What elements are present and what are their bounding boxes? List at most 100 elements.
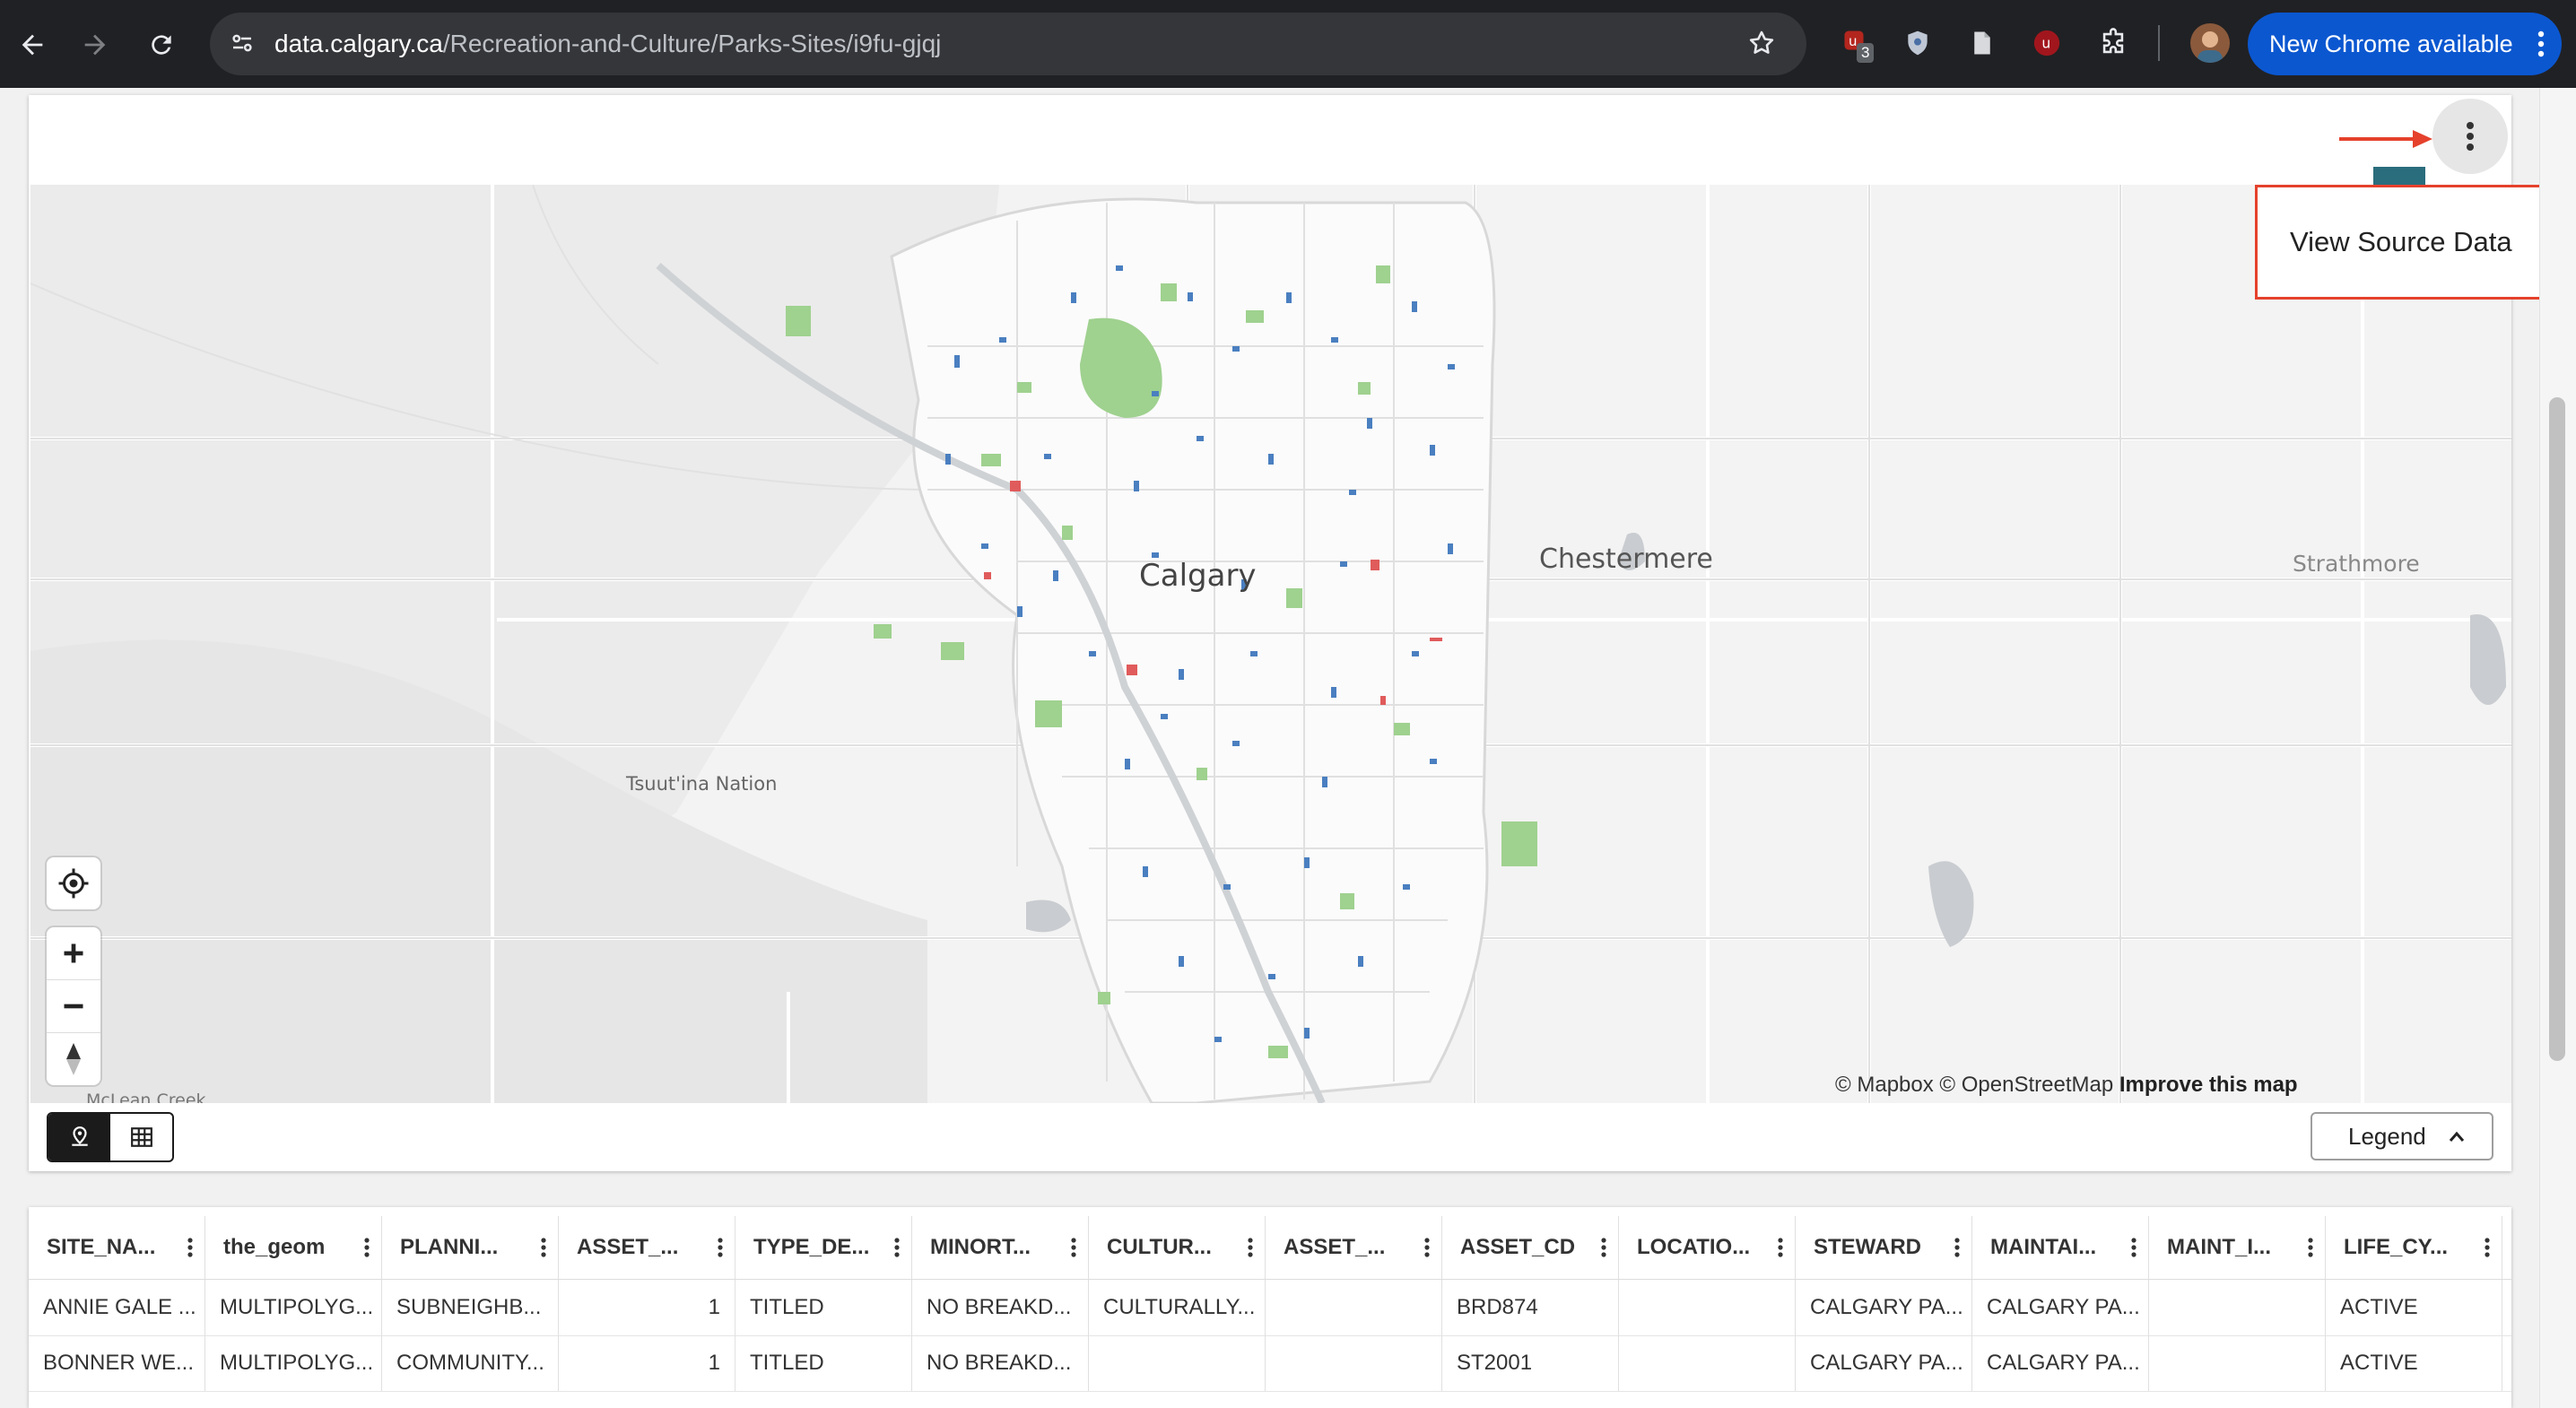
document-icon[interactable]: [1964, 25, 2000, 61]
table-cell[interactable]: [1089, 1335, 1266, 1391]
column-menu-icon[interactable]: [717, 1216, 724, 1279]
table-cell[interactable]: MULTIPOLYG...: [205, 1280, 382, 1335]
compass-button[interactable]: [47, 1033, 100, 1085]
ublock-icon[interactable]: u: [2029, 25, 2065, 61]
column-header[interactable]: STEWARD: [1796, 1216, 1972, 1279]
table-cell[interactable]: MULTIPOLYG...: [205, 1335, 382, 1391]
back-icon[interactable]: [5, 18, 59, 72]
column-header[interactable]: CULTUR...: [1089, 1216, 1266, 1279]
column-menu-icon[interactable]: [893, 1216, 901, 1279]
reload-icon[interactable]: [135, 18, 188, 72]
column-menu-icon[interactable]: [1423, 1216, 1431, 1279]
extension-icon[interactable]: u 3: [1839, 25, 1875, 63]
column-header-label: CULTUR...: [1107, 1235, 1212, 1259]
forward-icon[interactable]: [68, 18, 122, 72]
legend-button[interactable]: Legend: [2311, 1112, 2493, 1160]
table-cell[interactable]: COMMUNITY...: [382, 1335, 559, 1391]
column-header[interactable]: SITE_NA...: [29, 1216, 205, 1279]
shield-icon[interactable]: [1900, 25, 1936, 61]
table-cell[interactable]: BONNER WE...: [29, 1335, 205, 1391]
table-cell[interactable]: CULTURALLY...: [1089, 1280, 1266, 1335]
table-cell[interactable]: CALGARY PA...: [1796, 1280, 1972, 1335]
table-cell[interactable]: SUBNEIGHB...: [382, 1280, 559, 1335]
table-cell[interactable]: NO BREAKD...: [912, 1280, 1089, 1335]
bookmark-star-icon[interactable]: [1744, 25, 1780, 61]
column-menu-icon[interactable]: [363, 1216, 370, 1279]
data-table: SITE_NA... the_geom PLANNI... ASSET_... TYPE…: [29, 1207, 2511, 1408]
table-row[interactable]: BONNER WE... MULTIPOLYG... COMMUNITY... 1 TI…: [29, 1335, 2511, 1392]
url-text[interactable]: data.calgary.ca/Recreation-and-Culture/P…: [274, 13, 941, 75]
map-attribution: © Mapbox © OpenStreetMap Improve this ma…: [1835, 1073, 2298, 1098]
zoom-out-button[interactable]: [47, 980, 100, 1033]
table-cell[interactable]: [1619, 1335, 1796, 1391]
map-label-calgary: Calgary: [1139, 558, 1257, 594]
column-menu-icon[interactable]: [540, 1216, 547, 1279]
zoom-in-button[interactable]: [47, 927, 100, 980]
column-header[interactable]: MAINTAI...: [1972, 1216, 2149, 1279]
column-menu-icon[interactable]: [2130, 1216, 2137, 1279]
column-menu-icon[interactable]: [1070, 1216, 1077, 1279]
column-menu-icon[interactable]: [2484, 1216, 2491, 1279]
column-header[interactable]: ASSET_...: [1266, 1216, 1442, 1279]
column-header[interactable]: MAINT_I...: [2149, 1216, 2326, 1279]
scrollbar-thumb[interactable]: [2549, 397, 2565, 1061]
table-cell[interactable]: [2149, 1280, 2326, 1335]
column-header[interactable]: LIFE_CY...: [2326, 1216, 2502, 1279]
table-cell[interactable]: ST2001: [1442, 1335, 1619, 1391]
table-cell[interactable]: 1: [559, 1335, 735, 1391]
card-menu-button[interactable]: [2432, 99, 2508, 174]
compass-icon: [66, 1043, 81, 1075]
table-row[interactable]: ANNIE GALE ... MULTIPOLYG... SUBNEIGHB... 1…: [29, 1280, 2511, 1336]
column-header-label: PLANNI...: [400, 1235, 499, 1259]
column-header[interactable]: PLANNI...: [382, 1216, 559, 1279]
column-menu-icon[interactable]: [1600, 1216, 1607, 1279]
column-header-label: MAINT_I...: [2167, 1235, 2272, 1259]
attribution-mapbox[interactable]: © Mapbox: [1835, 1073, 1934, 1097]
column-header[interactable]: LOCATIO...: [1619, 1216, 1796, 1279]
table-cell[interactable]: [1266, 1280, 1442, 1335]
table-cell[interactable]: [1266, 1335, 1442, 1391]
attribution-osm[interactable]: © OpenStreetMap: [1939, 1073, 2113, 1097]
table-icon: [130, 1127, 152, 1147]
table-cell[interactable]: BRD874: [1442, 1280, 1619, 1335]
column-header[interactable]: TYPE_DE...: [735, 1216, 912, 1279]
column-header[interactable]: ASSET_...: [559, 1216, 735, 1279]
table-cell[interactable]: ACTIVE: [2326, 1335, 2502, 1391]
puzzle-icon[interactable]: [2095, 25, 2131, 61]
column-header[interactable]: the_geom: [205, 1216, 382, 1279]
table-cell[interactable]: NO BREAKD...: [912, 1335, 1089, 1391]
table-cell[interactable]: ANNIE GALE ...: [29, 1280, 205, 1335]
table-cell[interactable]: [2149, 1335, 2326, 1391]
legend-label: Legend: [2348, 1123, 2426, 1150]
map-view-button[interactable]: [48, 1114, 110, 1160]
column-header-label: ASSET_...: [1284, 1235, 1386, 1259]
table-cell[interactable]: CALGARY PA...: [1972, 1335, 2149, 1391]
site-info-icon[interactable]: [224, 25, 260, 61]
address-bar[interactable]: data.calgary.ca/Recreation-and-Culture/P…: [210, 13, 1806, 75]
table-cell[interactable]: CALGARY PA...: [1972, 1280, 2149, 1335]
improve-map-link[interactable]: Improve this map: [2119, 1073, 2298, 1097]
new-chrome-available-button[interactable]: New Chrome available: [2248, 13, 2562, 75]
column-header-label: STEWARD: [1814, 1235, 1921, 1259]
column-header[interactable]: MINORT...: [912, 1216, 1089, 1279]
minus-icon: [64, 1004, 83, 1009]
column-menu-icon[interactable]: [2307, 1216, 2314, 1279]
column-menu-icon[interactable]: [1954, 1216, 1961, 1279]
map-canvas[interactable]: Calgary Chestermere Strathmore Tsuut'ina…: [30, 185, 2511, 1103]
column-menu-icon[interactable]: [187, 1216, 194, 1279]
page-scrollbar[interactable]: [2539, 88, 2576, 1408]
table-cell[interactable]: CALGARY PA...: [1796, 1335, 1972, 1391]
column-header[interactable]: ASSET_CD: [1442, 1216, 1619, 1279]
profile-avatar[interactable]: [2190, 23, 2230, 63]
column-menu-icon[interactable]: [1777, 1216, 1784, 1279]
table-cell[interactable]: 1: [559, 1280, 735, 1335]
table-cell[interactable]: TITLED: [735, 1280, 912, 1335]
table-view-button[interactable]: [110, 1114, 172, 1160]
view-source-data-menu-item[interactable]: View Source Data: [2290, 187, 2512, 297]
chrome-menu-icon[interactable]: [2537, 13, 2546, 99]
table-cell[interactable]: ACTIVE: [2326, 1280, 2502, 1335]
table-cell[interactable]: [1619, 1280, 1796, 1335]
table-cell[interactable]: TITLED: [735, 1335, 912, 1391]
geolocate-button[interactable]: [47, 857, 100, 909]
column-menu-icon[interactable]: [1247, 1216, 1254, 1279]
